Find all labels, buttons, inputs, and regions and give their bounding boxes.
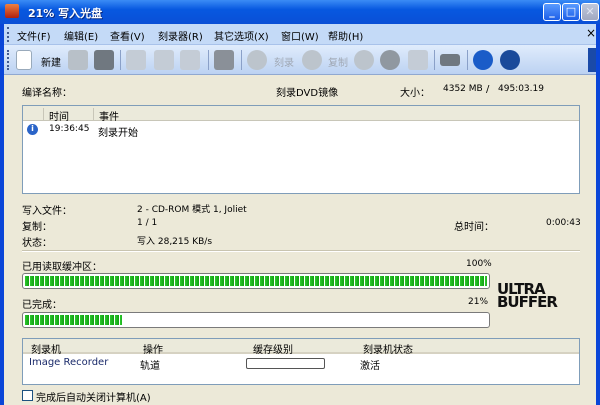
buffer-label: 已用读取缓冲区： — [22, 262, 102, 273]
drive-icon[interactable] — [440, 54, 460, 66]
grip-handle[interactable] — [7, 27, 9, 42]
disc-info-icon[interactable] — [354, 50, 374, 70]
column-operation[interactable]: 操作 — [143, 341, 163, 356]
burn-button[interactable]: 刻录 — [274, 54, 294, 69]
window: 21% 写入光盘 _ □ ✕ 文件(F) 编辑(E) 查看(V) 刻录器(R) … — [0, 0, 600, 405]
new-button[interactable]: 新建 — [41, 54, 61, 69]
state-value: 写入 28,215 KB/s — [137, 237, 213, 247]
divider — [22, 250, 580, 252]
mdi-close-button[interactable]: × — [586, 26, 596, 40]
burn-panel: 编译名称： 刻录DVD镜像 大小： 4352 MB / 495:03.19 时间… — [4, 75, 596, 405]
column-icon — [23, 108, 43, 121]
event-text: 刻录开始 — [98, 128, 138, 139]
separator — [120, 50, 121, 70]
size-value: 4352 MB — [443, 84, 483, 94]
completed-progress-fill — [25, 315, 123, 325]
menu-help[interactable]: 帮助(H) — [328, 28, 363, 43]
completed-progress-bar — [22, 312, 490, 328]
copy-icon[interactable] — [154, 50, 174, 70]
paste-icon[interactable] — [180, 50, 200, 70]
open-icon[interactable] — [68, 50, 88, 70]
completed-label: 已完成： — [22, 300, 62, 311]
write-file-value: 2 - CD-ROM 模式 1, Joliet — [137, 205, 247, 215]
completed-percent: 21% — [468, 297, 489, 307]
buffer-progress-fill — [25, 276, 487, 286]
menu-options[interactable]: 其它选项(X) — [214, 28, 269, 43]
menu-view[interactable]: 查看(V) — [110, 28, 145, 43]
erase-icon[interactable] — [408, 50, 428, 70]
minimize-button[interactable]: _ — [543, 3, 561, 21]
toolbar-overflow-chevron-icon[interactable] — [588, 48, 596, 72]
new-document-icon[interactable] — [16, 50, 32, 70]
menu-window[interactable]: 窗口(W) — [281, 28, 319, 43]
burn-icon[interactable] — [247, 50, 267, 70]
total-time-value: 0:00:43 — [546, 218, 581, 228]
duration-value: 495:03.19 — [498, 84, 544, 94]
maximize-button[interactable]: □ — [562, 3, 580, 21]
close-button[interactable]: ✕ — [581, 3, 599, 21]
compilation-name-label: 编译名称： — [22, 88, 72, 99]
separator — [467, 50, 468, 70]
separator — [241, 50, 242, 70]
size-label: 大小： — [400, 88, 430, 99]
menu-file[interactable]: 文件(F) — [17, 28, 51, 43]
menu-edit[interactable]: 编辑(E) — [64, 28, 98, 43]
event-log-header: 时间 事件 — [23, 106, 579, 123]
menu-recorder[interactable]: 刻录器(R) — [158, 28, 203, 43]
toolbar: 新建 刻录 复制 — [4, 45, 596, 75]
shutdown-label[interactable]: 完成后自动关闭计算机(A) — [36, 389, 151, 404]
separator — [434, 50, 435, 70]
copy-disc-icon[interactable] — [302, 50, 322, 70]
menu-bar: 文件(F) 编辑(E) 查看(V) 刻录器(R) 其它选项(X) 窗口(W) 帮… — [4, 24, 596, 45]
info-icon[interactable] — [473, 50, 493, 70]
write-file-label: 写入文件： — [22, 206, 72, 217]
compilation-name-value: 刻录DVD镜像 — [276, 88, 339, 99]
recorder-table[interactable]: 刻录机 操作 缓存级别 刻录机状态 Image Recorder 轨道 激活 — [22, 338, 580, 385]
cut-icon[interactable] — [126, 50, 146, 70]
info-icon: i — [27, 124, 38, 135]
eject-icon[interactable] — [380, 50, 400, 70]
copy-disc-button[interactable]: 复制 — [328, 54, 348, 69]
buffer-percent: 100% — [466, 259, 492, 269]
separator — [208, 50, 209, 70]
copy-value: 1 / 1 — [137, 218, 158, 228]
recorder-table-header: 刻录机 操作 缓存级别 刻录机状态 — [23, 339, 579, 356]
column-event[interactable]: 事件 — [93, 108, 119, 123]
column-time[interactable]: 时间 — [43, 108, 69, 123]
app-icon — [5, 4, 19, 18]
size-separator: / — [486, 84, 490, 95]
window-title: 21% 写入光盘 — [28, 7, 103, 20]
shutdown-checkbox[interactable] — [22, 390, 33, 401]
event-log[interactable]: 时间 事件 i 19:36:45 刻录开始 — [22, 105, 580, 194]
compile-icon[interactable] — [214, 50, 234, 70]
recorder-name: Image Recorder — [29, 357, 109, 368]
title-bar[interactable]: 21% 写入光盘 _ □ ✕ — [0, 0, 600, 24]
event-time: 19:36:45 — [49, 124, 90, 134]
recorder-operation: 轨道 — [140, 361, 160, 372]
save-icon[interactable] — [94, 50, 114, 70]
recorder-state: 激活 — [360, 361, 380, 372]
copy-label: 复制： — [22, 222, 52, 233]
total-time-label: 总时间： — [454, 222, 494, 233]
grip-handle[interactable] — [7, 50, 9, 70]
state-label: 状态： — [22, 238, 52, 249]
buffer-progress-bar — [22, 273, 490, 289]
help-icon[interactable] — [500, 50, 520, 70]
ultrabuffer-logo: ULTRA BUFFER — [497, 280, 558, 311]
column-recorder-state[interactable]: 刻录机状态 — [363, 341, 413, 356]
cache-level-bar — [246, 358, 325, 369]
column-cache-level[interactable]: 缓存级别 — [253, 341, 293, 356]
column-recorder[interactable]: 刻录机 — [31, 341, 61, 356]
